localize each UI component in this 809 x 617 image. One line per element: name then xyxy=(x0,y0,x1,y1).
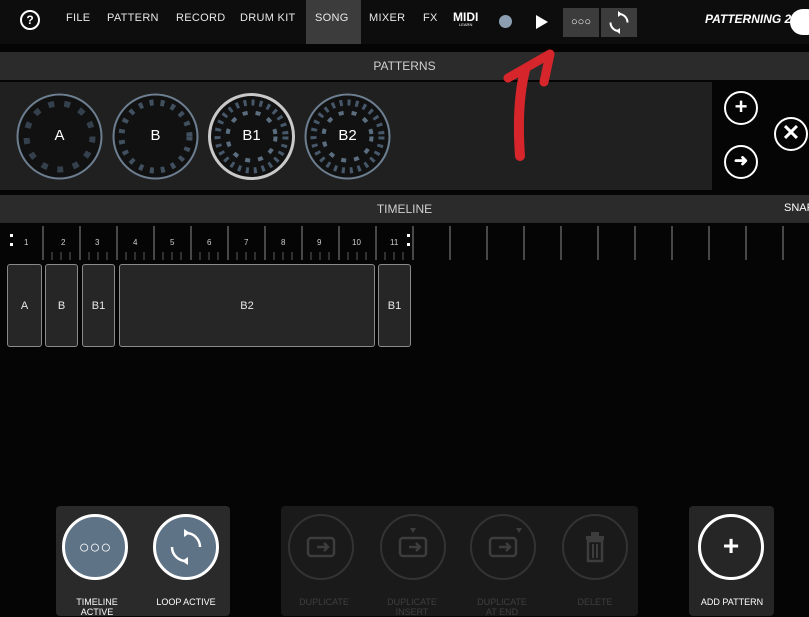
duplicate-insert-icon xyxy=(398,528,428,558)
timeline-active-caption: TIMELINE ACTIVE xyxy=(76,597,118,617)
loop-active-button[interactable] xyxy=(153,514,219,580)
ruler-label-4: 4 xyxy=(133,238,138,247)
menu-drum-kit[interactable]: DRUM KIT xyxy=(240,12,296,24)
timeline-ruler[interactable] xyxy=(0,226,809,260)
ruler-label-1: 1 xyxy=(24,238,29,247)
duplicate-at-end-icon xyxy=(488,528,522,558)
duplicate-insert-button[interactable] xyxy=(380,514,446,580)
menu-pattern[interactable]: PATTERN xyxy=(107,12,159,24)
patterns-header: PATTERNS xyxy=(0,52,809,80)
menu-file[interactable]: FILE xyxy=(66,12,90,24)
ruler-ticks-icon xyxy=(10,226,784,260)
trash-icon xyxy=(586,532,604,563)
pattern-b2[interactable]: B2 xyxy=(303,92,392,181)
duplicate-caption: DUPLICATE xyxy=(299,597,349,607)
snap-button[interactable]: SNAP xyxy=(784,202,809,214)
add-pattern-caption: ADD PATTERN xyxy=(700,597,764,607)
pattern-b-label: B xyxy=(150,127,161,144)
pattern-a-label: A xyxy=(54,127,65,144)
add-pattern-button[interactable]: + xyxy=(698,514,764,580)
pattern-b1[interactable]: B1 xyxy=(207,92,296,181)
app-toggle[interactable] xyxy=(790,9,809,35)
menu-record[interactable]: RECORD xyxy=(176,12,225,24)
app-name: PATTERNING 2 xyxy=(705,12,792,26)
loop-mode-button[interactable] xyxy=(601,8,637,37)
ruler-label-3: 3 xyxy=(95,238,100,247)
menu-song[interactable]: SONG xyxy=(315,12,349,24)
midi-learn-button[interactable]: MIDI LEARN xyxy=(453,11,478,27)
timeline-block-b1[interactable]: B1 xyxy=(82,264,115,347)
delete-caption: DELETE xyxy=(577,597,613,607)
pattern-a[interactable]: A xyxy=(15,92,104,181)
timeline-block-b[interactable]: B xyxy=(45,264,78,347)
delete-button[interactable] xyxy=(562,514,628,580)
timeline-block-b2[interactable]: B2 xyxy=(119,264,375,347)
arrow-right-icon[interactable]: ➜ xyxy=(724,145,758,179)
top-menu-bar: ? FILE PATTERN RECORD DRUM KIT SONG MIXE… xyxy=(0,0,809,44)
help-button[interactable]: ? xyxy=(20,10,40,30)
duplicate-insert-caption: DUPLICATE INSERT xyxy=(387,597,437,617)
menu-fx[interactable]: FX xyxy=(423,12,438,24)
play-icon[interactable] xyxy=(536,15,548,29)
loop-active-caption: LOOP ACTIVE xyxy=(156,597,216,607)
ruler-label-8: 8 xyxy=(281,238,286,247)
ruler-label-6: 6 xyxy=(207,238,212,247)
close-icon[interactable]: ✕ xyxy=(774,117,808,151)
pattern-b[interactable]: B xyxy=(111,92,200,181)
ruler-label-7: 7 xyxy=(244,238,249,247)
timeline-active-button[interactable]: ○○○ xyxy=(62,514,128,580)
duplicate-button[interactable] xyxy=(288,514,354,580)
record-button[interactable] xyxy=(499,15,512,28)
ruler-label-11: 11 xyxy=(390,238,399,247)
timeline-title: TIMELINE xyxy=(376,202,433,216)
annotation-arrow-icon xyxy=(503,49,555,161)
pattern-b1-label: B1 xyxy=(242,127,261,144)
timeline-header: TIMELINE SNAP xyxy=(0,195,809,223)
ruler-label-5: 5 xyxy=(170,238,175,247)
add-pattern-small-button[interactable]: + xyxy=(724,91,758,125)
duplicate-icon xyxy=(306,536,336,558)
duplicate-at-end-button[interactable] xyxy=(470,514,536,580)
ruler-label-10: 10 xyxy=(352,238,361,247)
patterns-title: PATTERNS xyxy=(373,59,436,73)
ruler-label-2: 2 xyxy=(61,238,66,247)
timeline-mode-button[interactable]: ○○○ xyxy=(563,8,599,37)
timeline-block-b1-end[interactable]: B1 xyxy=(378,264,411,347)
menu-mixer[interactable]: MIXER xyxy=(369,12,405,24)
duplicate-at-end-caption: DUPLICATE AT END xyxy=(477,597,527,617)
timeline-block-a[interactable]: A xyxy=(7,264,42,347)
pattern-b2-label: B2 xyxy=(338,127,357,144)
loop-icon xyxy=(170,529,202,565)
loop-icon xyxy=(609,11,629,34)
ruler-label-9: 9 xyxy=(317,238,322,247)
